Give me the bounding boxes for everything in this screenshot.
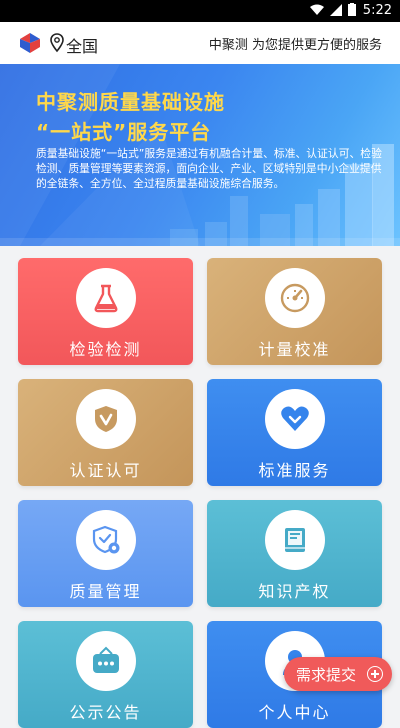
service-card-notices[interactable]: 公示公告: [18, 621, 193, 728]
service-label: 检验检测: [69, 340, 142, 359]
service-card-quality[interactable]: 质量管理: [18, 500, 193, 607]
status-icons: [310, 3, 356, 16]
sign-icon: [93, 646, 119, 673]
icon-circle: [265, 510, 325, 570]
service-label: 认证认可: [69, 461, 142, 480]
service-label: 知识产权: [258, 582, 331, 601]
service-label: 标准服务: [258, 461, 331, 480]
service-card-certification[interactable]: 认证认可: [18, 379, 193, 486]
icon-circle: [265, 389, 325, 449]
service-label: 个人中心: [258, 703, 331, 722]
submit-request-button[interactable]: 需求提交: [284, 657, 392, 691]
flask-icon: [94, 284, 118, 313]
icon-circle: [265, 268, 325, 328]
service-card-standards[interactable]: 标准服务: [207, 379, 382, 486]
battery-icon: [348, 3, 356, 16]
icon-circle: [76, 268, 136, 328]
promo-banner[interactable]: 中聚测质量基础设施 “一站式”服务平台 质量基础设施“一站式”服务是通过有机融合…: [0, 64, 400, 246]
header-slogan: 中聚测 为您提供更方便的服务: [208, 38, 382, 53]
service-label: 计量校准: [258, 340, 331, 359]
service-label: 公示公告: [69, 703, 142, 722]
service-label: 质量管理: [69, 582, 142, 601]
app-logo-icon: [20, 33, 40, 53]
status-time: 5:22: [362, 3, 392, 18]
location-pin-icon[interactable]: [50, 33, 64, 53]
badge-icon: [92, 525, 120, 554]
status-bar: 5:22: [0, 0, 400, 22]
service-card-inspection[interactable]: 检验检测: [18, 258, 193, 365]
icon-circle: [76, 631, 136, 691]
book-icon: [285, 528, 305, 552]
top-bar: 全国 中聚测 为您提供更方便的服务: [0, 22, 400, 64]
plus-circle-icon: [367, 666, 383, 682]
banner-description: 质量基础设施“一站式”服务是通过有机融合计量、标准、认证认可、检验检测、质量管理…: [36, 147, 382, 190]
signal-icon: [330, 3, 342, 16]
service-card-ip[interactable]: 知识产权: [207, 500, 382, 607]
gauge-icon: [280, 283, 310, 313]
banner-title-line1: 中聚测质量基础设施: [36, 90, 225, 114]
location-selector[interactable]: 全国: [66, 33, 98, 57]
wifi-icon: [310, 4, 324, 15]
icon-circle: [76, 510, 136, 570]
submit-request-label: 需求提交: [296, 666, 357, 684]
heart-icon: [281, 406, 309, 431]
icon-circle: [76, 389, 136, 449]
shield-check-icon: [95, 406, 117, 432]
banner-title-line2: “一站式”服务平台: [36, 120, 212, 144]
service-card-calibration[interactable]: 计量校准: [207, 258, 382, 365]
